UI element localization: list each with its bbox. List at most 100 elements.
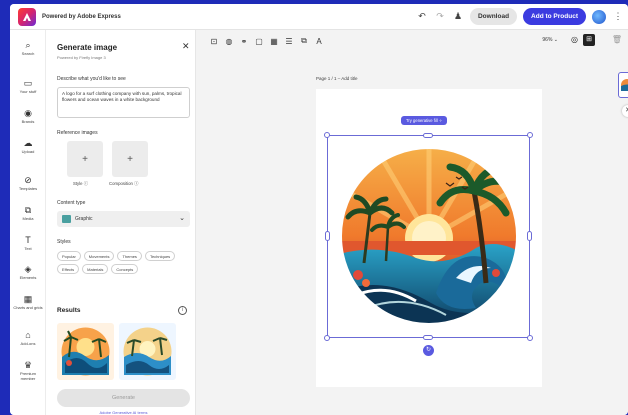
undo-icon[interactable]: ↶: [416, 11, 428, 22]
crown-icon: ♛: [23, 360, 33, 370]
crop-icon[interactable]: ⊡: [208, 37, 220, 46]
grid-icon[interactable]: ▦: [268, 37, 280, 46]
rail-item-brands[interactable]: ◉ Brands: [10, 108, 46, 124]
rail-label: Your stuff: [19, 89, 37, 94]
redo-icon[interactable]: ↷: [434, 11, 446, 22]
resize-handle[interactable]: [324, 132, 330, 138]
prompt-label: Describe what you'd like to see: [57, 76, 126, 82]
style-chip-techniques[interactable]: Techniques: [144, 251, 176, 261]
rail-label: Upload: [21, 149, 35, 154]
top-bar: Powered by Adobe Express ↶ ↷ ♟ Download …: [10, 4, 628, 30]
panel-title: Generate image: [57, 43, 118, 52]
resize-handle[interactable]: [527, 231, 532, 241]
page-label[interactable]: Page 1 / 1 – Add title: [316, 76, 358, 81]
results-title: Results: [57, 307, 81, 314]
upload-icon: ☁: [23, 138, 33, 148]
rail-item-templates[interactable]: ⊘ Templates: [10, 175, 46, 191]
share-icon[interactable]: ♟: [452, 11, 464, 22]
rail-item-text[interactable]: T Text: [10, 235, 46, 251]
chevron-down-icon: ⌄: [553, 37, 558, 43]
rail-label: Templates: [18, 186, 38, 191]
style-chip-effects[interactable]: Effects: [57, 264, 80, 274]
text-icon: T: [25, 235, 31, 245]
graphic-icon: [62, 215, 71, 223]
rail-item-addons[interactable]: ⌂ Add-ons: [10, 330, 46, 346]
folder-icon: ▭: [23, 78, 33, 88]
close-icon[interactable]: ✕: [622, 105, 628, 117]
resize-handle[interactable]: [325, 231, 330, 241]
rail-label: Search: [21, 51, 35, 56]
resize-handle[interactable]: [423, 133, 433, 138]
mask-icon[interactable]: ◍: [223, 37, 235, 46]
more-icon[interactable]: ⋮: [612, 11, 624, 22]
style-reference-button[interactable]: +: [67, 141, 103, 177]
style-chip-popular[interactable]: Popular: [57, 251, 81, 261]
layers-icon[interactable]: ⧉: [298, 36, 310, 46]
style-chip-materials[interactable]: Materials: [82, 264, 109, 274]
close-icon[interactable]: ✕: [182, 41, 190, 52]
generative-ai-terms-link[interactable]: Adobe Generative AI terms: [57, 410, 190, 415]
adobe-express-logo[interactable]: [18, 7, 36, 26]
styles-label: Styles: [57, 239, 71, 245]
info-icon: ⓘ: [134, 181, 139, 186]
rail-item-your-stuff[interactable]: ▭ Your stuff: [10, 78, 46, 94]
sparkle-icon: ✧: [438, 118, 443, 123]
content-type-value: Graphic: [75, 216, 93, 222]
content-type-select[interactable]: Graphic ⌄: [57, 211, 190, 227]
brand-icon: ◉: [24, 108, 32, 118]
canvas-toolbar: ⊡ ◍ ⚭ ▢ ▦ ☰ ⧉ A: [196, 30, 628, 52]
chart-icon: ▦: [23, 294, 33, 304]
info-icon[interactable]: i: [178, 306, 187, 315]
style-chip-concepts[interactable]: Concepts: [111, 264, 139, 274]
pages-icon[interactable]: ◎: [571, 35, 578, 44]
zoom-level[interactable]: 96% ⌄: [542, 37, 558, 43]
add-to-product-button[interactable]: Add to Product: [523, 8, 586, 25]
align-icon[interactable]: ☰: [283, 37, 295, 46]
rail-label: Add-ons: [20, 341, 36, 346]
rail-item-elements[interactable]: ◈ Elements: [10, 264, 46, 280]
rail-item-upload[interactable]: ☁ Upload: [10, 138, 46, 154]
download-button[interactable]: Download: [469, 8, 518, 25]
info-icon: ⓘ: [83, 181, 89, 186]
rail-label: Elements: [19, 275, 37, 280]
resize-handle[interactable]: [527, 335, 533, 341]
style-reference-label: Style ⓘ: [73, 181, 89, 186]
search-icon: ⌕: [25, 40, 31, 50]
avatar[interactable]: [592, 9, 606, 24]
result-thumbnail[interactable]: [57, 323, 114, 380]
ai-panel-icon[interactable]: ⊞: [583, 34, 595, 46]
style-chip-themes[interactable]: Themes: [117, 251, 142, 261]
rail-item-search[interactable]: ⌕ Search: [10, 40, 46, 56]
brand-label: Powered by Adobe Express: [42, 13, 121, 20]
prompt-textarea[interactable]: A logo for a surf clothing company with …: [57, 87, 190, 118]
composition-reference-label: Composition ⓘ: [109, 181, 139, 186]
composition-reference-button[interactable]: +: [112, 141, 148, 177]
addons-icon: ⌂: [25, 330, 31, 340]
rail-item-media[interactable]: ⧉ Media: [10, 205, 46, 221]
resize-handle[interactable]: [527, 132, 533, 138]
generative-fill-tag[interactable]: Try generative fill ✧: [401, 116, 448, 125]
templates-icon: ⊘: [24, 175, 32, 185]
rotate-icon[interactable]: ↻: [423, 345, 434, 356]
rail-item-charts[interactable]: ▦ Charts and grids: [10, 294, 46, 310]
left-rail: ⌕ Search ▭ Your stuff ◉ Brands ☁ Upload …: [10, 30, 46, 415]
elements-icon: ◈: [24, 264, 32, 274]
panel-subtitle: Powered by Firefly Image 3: [57, 55, 106, 60]
rail-item-premium[interactable]: ♛ Premium member: [10, 360, 46, 381]
canvas-area: ⊡ ◍ ⚭ ▢ ▦ ☰ ⧉ A 96% ⌄ ◎ ⊞ 🗑 Page 1 / 1 –…: [196, 30, 628, 415]
style-chip-movements[interactable]: Movements: [83, 251, 115, 261]
style-chips: Popular Movements Themes Techniques Effe…: [57, 251, 192, 274]
selection-box: [327, 135, 530, 338]
shape-icon[interactable]: ▢: [253, 37, 265, 46]
rail-label: Charts and grids: [13, 305, 43, 310]
page-thumbnail[interactable]: [618, 72, 628, 98]
result-thumbnail[interactable]: [119, 323, 176, 380]
translate-icon[interactable]: A: [313, 37, 325, 46]
delete-icon[interactable]: 🗑: [612, 35, 622, 44]
rail-label: Brands: [21, 119, 35, 124]
resize-handle[interactable]: [423, 335, 433, 340]
resize-handle[interactable]: [324, 335, 330, 341]
content-type-label: Content type: [57, 200, 86, 206]
link-icon[interactable]: ⚭: [238, 37, 250, 46]
generate-button[interactable]: Generate: [57, 389, 190, 407]
